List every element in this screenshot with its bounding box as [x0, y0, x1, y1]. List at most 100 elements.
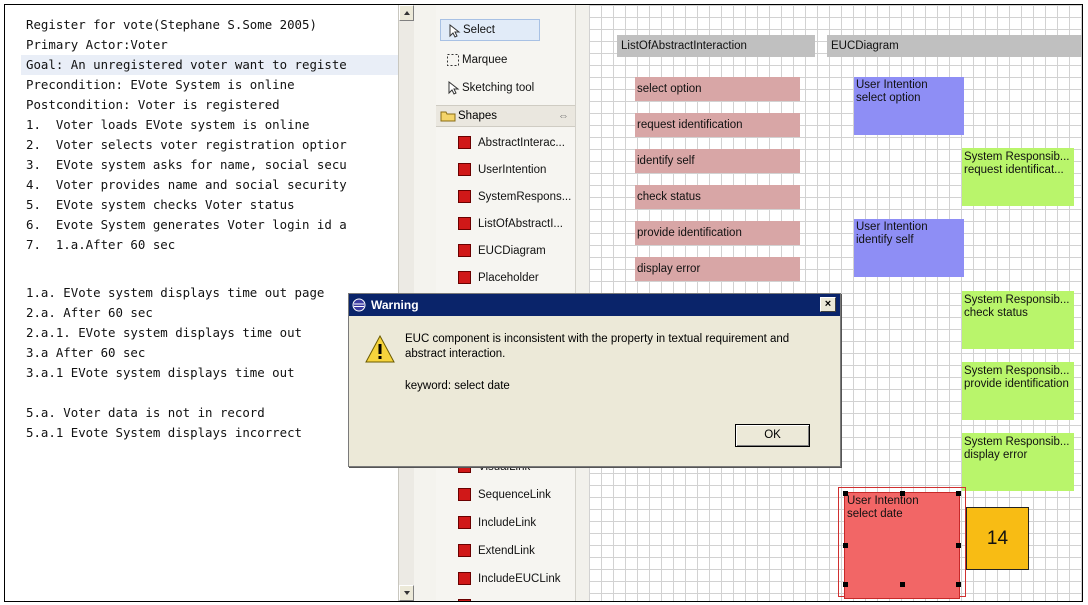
system-responsibility-box[interactable]: System Responsib... request identificat.… — [962, 148, 1074, 206]
shape-item[interactable]: ListOfAbstractI... — [456, 212, 574, 236]
user-intention-box[interactable]: User Intention identify self — [854, 219, 964, 277]
shape-item[interactable]: IncludeLink — [456, 511, 574, 535]
shape-label: EUCDiagram — [478, 245, 546, 257]
ok-button[interactable]: OK — [735, 424, 810, 447]
user-intention-text: select option — [856, 92, 921, 104]
pin-icon[interactable]: ⇔ — [558, 106, 569, 126]
abstract-interaction[interactable]: select option — [635, 77, 800, 101]
resize-handle[interactable] — [900, 582, 905, 587]
requirements-text-editor[interactable]: Register for vote(Stephane S.Some 2005) … — [5, 5, 398, 601]
shape-square-icon — [458, 217, 471, 230]
editor-line: Postcondition: Voter is registered — [26, 97, 280, 112]
editor-line: 2.a. After 60 sec — [26, 305, 153, 320]
dialog-keyword: keyword: select date — [405, 380, 510, 392]
system-responsibility-title: System Responsib... — [964, 294, 1070, 306]
callout-badge: 14 — [966, 507, 1029, 570]
editor-line: 2. Voter selects voter registration opti… — [26, 137, 347, 152]
resize-handle[interactable] — [843, 543, 848, 548]
tool-sketching[interactable]: Sketching tool — [440, 77, 568, 99]
arrow-up-icon — [404, 11, 410, 15]
editor-line: 2.a.1. EVote system displays time out — [26, 325, 303, 340]
warning-dialog: Warning × EUC component is inconsistent … — [348, 293, 841, 467]
shapes-drawer-header[interactable]: Shapes ⇔ — [436, 105, 575, 127]
dialog-title: Warning — [371, 298, 419, 312]
abstract-interaction[interactable]: identify self — [635, 149, 800, 173]
list-of-abstract-interaction-header: ListOfAbstractInteraction — [617, 35, 815, 57]
system-responsibility-title: System Responsib... — [964, 436, 1070, 448]
warning-icon — [365, 335, 395, 363]
resize-handle[interactable] — [843, 491, 848, 496]
system-responsibility-text: provide identification — [964, 378, 1069, 390]
marquee-icon — [447, 54, 459, 66]
user-intention-title: User Intention — [847, 495, 919, 507]
abstract-interaction[interactable]: provide identification — [635, 221, 800, 245]
shape-item[interactable]: Placeholder — [456, 266, 574, 290]
abstract-interaction[interactable]: request identification — [635, 113, 800, 137]
shape-square-icon — [458, 244, 471, 257]
shape-item-partial[interactable] — [456, 594, 574, 601]
shape-label: Placeholder — [478, 272, 539, 284]
editor-line: 1. Voter loads EVote system is online — [26, 117, 310, 132]
shape-label: UserIntention — [478, 164, 547, 176]
tool-select[interactable]: Select — [440, 19, 540, 41]
editor-line: 1.a. EVote system displays time out page — [26, 285, 325, 300]
tool-label: Marquee — [462, 54, 508, 66]
arrow-down-icon — [404, 591, 410, 595]
user-intention-title: User Intention — [856, 79, 928, 91]
tool-label: Select — [463, 24, 495, 36]
editor-line: Primary Actor:Voter — [26, 37, 168, 52]
system-responsibility-text: check status — [964, 307, 1028, 319]
dialog-message: EUC component is inconsistent with the p… — [405, 333, 790, 360]
editor-line: 5. EVote system checks Voter status — [26, 197, 295, 212]
editor-line: 3.a.1 EVote system displays time out — [26, 365, 295, 380]
pointer-icon — [449, 24, 461, 38]
shape-item[interactable]: IncludeEUCLink — [456, 567, 574, 591]
shape-item[interactable]: UserIntention — [456, 158, 574, 182]
shape-item[interactable]: AbstractInterac... — [456, 131, 574, 155]
user-intention-text: select date — [847, 508, 903, 520]
tool-marquee[interactable]: Marquee — [440, 49, 568, 71]
resize-handle[interactable] — [900, 491, 905, 496]
shape-label: IncludeLink — [478, 517, 537, 529]
scroll-down-button[interactable] — [399, 585, 414, 601]
shape-square-icon — [458, 544, 471, 557]
system-responsibility-box[interactable]: System Responsib... display error — [962, 433, 1074, 491]
user-intention-box[interactable]: User Intention select option — [854, 77, 964, 135]
shape-square-icon — [458, 271, 471, 284]
shape-label: AbstractInterac... — [478, 137, 565, 149]
abstract-interaction[interactable]: display error — [635, 257, 800, 281]
shape-label: SequenceLink — [478, 489, 551, 501]
editor-line: Precondition: EVote System is online — [26, 77, 295, 92]
shape-item[interactable]: EUCDiagram — [456, 239, 574, 263]
shape-label: ExtendLink — [478, 545, 535, 557]
editor-line: 6. Evote System generates Voter login id… — [26, 217, 347, 232]
shape-label: IncludeEUCLink — [478, 573, 561, 585]
shape-square-icon — [458, 163, 471, 176]
editor-line: Register for vote(Stephane S.Some 2005) — [26, 17, 317, 32]
resize-handle[interactable] — [843, 582, 848, 587]
system-responsibility-box[interactable]: System Responsib... check status — [962, 291, 1074, 349]
resize-handle[interactable] — [956, 491, 961, 496]
tool-label: Sketching tool — [462, 82, 535, 94]
shape-square-icon — [458, 599, 471, 601]
resize-handle[interactable] — [956, 543, 961, 548]
editor-line: 7. 1.a.After 60 sec — [26, 237, 176, 252]
shape-item[interactable]: ExtendLink — [456, 539, 574, 563]
system-responsibility-text: display error — [964, 449, 1028, 461]
user-intention-text: identify self — [856, 234, 914, 246]
scroll-up-button[interactable] — [399, 5, 414, 21]
folder-icon — [440, 111, 456, 122]
shape-item[interactable]: SystemRespons... — [456, 185, 574, 209]
editor-line: 3. EVote system asks for name, social se… — [26, 157, 347, 172]
pointer-icon — [448, 81, 460, 95]
window: Register for vote(Stephane S.Some 2005) … — [4, 4, 1083, 602]
resize-handle[interactable] — [956, 582, 961, 587]
shape-square-icon — [458, 572, 471, 585]
abstract-interaction[interactable]: check status — [635, 185, 800, 209]
dialog-titlebar[interactable]: Warning × — [349, 294, 840, 316]
system-responsibility-title: System Responsib... — [964, 151, 1070, 163]
shape-square-icon — [458, 516, 471, 529]
shape-item[interactable]: SequenceLink — [456, 483, 574, 507]
system-responsibility-box[interactable]: System Responsib... provide identificati… — [962, 362, 1074, 420]
close-button[interactable]: × — [820, 297, 836, 312]
